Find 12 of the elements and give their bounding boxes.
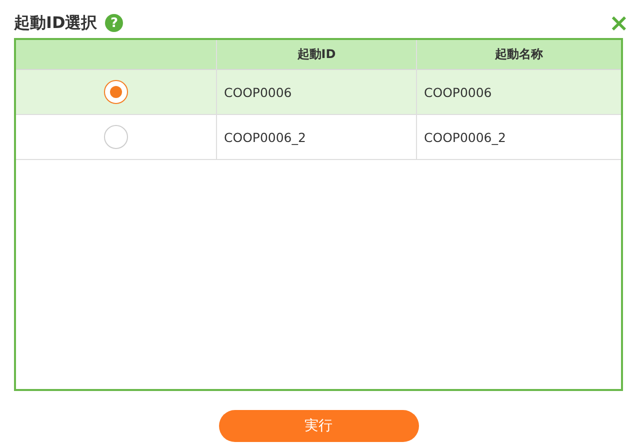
table-cell: COOP0006: [216, 70, 416, 115]
radio-button[interactable]: [104, 125, 128, 149]
dialog-title: 起動ID選択: [14, 12, 98, 34]
column-header: 起動ID: [216, 40, 416, 70]
table-cell: COOP0006_2: [416, 115, 621, 160]
table-cell: COOP0006: [416, 70, 621, 115]
column-header: 起動名称: [416, 40, 621, 70]
help-icon[interactable]: ?: [105, 14, 124, 32]
radio-button[interactable]: [104, 80, 128, 104]
table-cell: COOP0006_2: [216, 115, 416, 160]
execute-button[interactable]: 実行: [218, 410, 418, 442]
close-button[interactable]: ×: [608, 11, 629, 35]
